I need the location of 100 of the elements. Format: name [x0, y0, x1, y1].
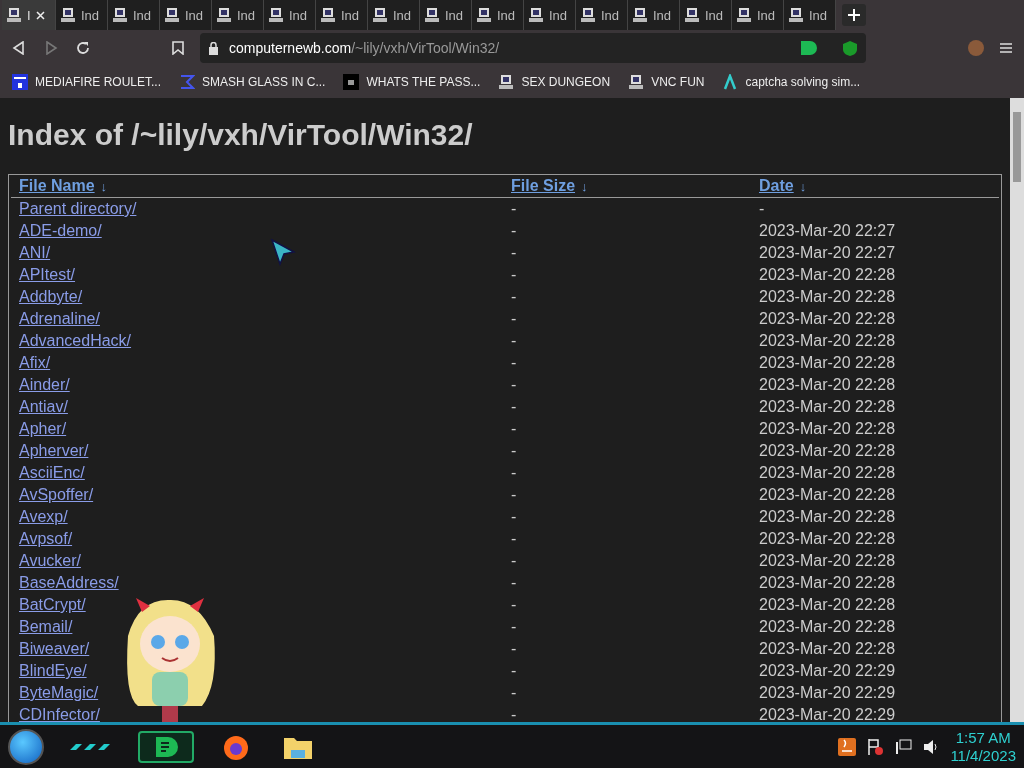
reload-button[interactable]	[74, 39, 92, 57]
directory-link[interactable]: Antiav/	[11, 398, 68, 416]
computer-icon	[424, 7, 440, 23]
file-date: 2023-Mar-20 22:28	[758, 574, 896, 592]
file-date: 2023-Mar-20 22:28	[758, 640, 896, 658]
directory-link[interactable]: Apherver/	[11, 442, 89, 460]
bookmark-link[interactable]: SEX DUNGEON	[498, 74, 611, 90]
directory-link[interactable]: Avpsof/	[11, 530, 73, 548]
file-date: 2023-Mar-20 22:29	[758, 662, 896, 680]
file-size: -	[510, 222, 517, 240]
bookmark-link[interactable]: VNC FUN	[628, 74, 705, 90]
file-size: -	[510, 442, 517, 460]
directory-link[interactable]: AvSpoffer/	[11, 486, 94, 504]
file-size: -	[510, 552, 517, 570]
computer-icon	[632, 7, 648, 23]
bookmark-link[interactable]: MEDIAFIRE ROULET...	[12, 74, 162, 90]
taskbar-app[interactable]	[138, 730, 194, 763]
flag-error-icon[interactable]	[866, 737, 885, 756]
clock[interactable]: 1:57 AM 11/4/2023	[950, 728, 1016, 765]
browser-tab[interactable]: Ind	[212, 0, 264, 30]
browser-tab[interactable]: Ind	[160, 0, 212, 30]
new-tab-button[interactable]	[842, 4, 866, 26]
directory-link[interactable]: APItest/	[11, 266, 76, 284]
directory-link[interactable]: AsciiEnc/	[11, 464, 85, 482]
file-size: -	[510, 508, 517, 526]
computer-icon	[164, 7, 180, 23]
browser-tab[interactable]: Ind	[56, 0, 108, 30]
computer-icon	[60, 7, 76, 23]
file-date: 2023-Mar-20 22:29	[758, 706, 896, 722]
browser-tab[interactable]: Ind	[420, 0, 472, 30]
directory-link[interactable]: Apher/	[11, 420, 67, 438]
file-size: -	[510, 200, 517, 218]
directory-link[interactable]: Addbyte/	[11, 288, 83, 306]
browser-tab[interactable]: Ind	[316, 0, 368, 30]
shield-icon[interactable]	[842, 39, 858, 57]
file-size: -	[510, 486, 517, 504]
browser-tab[interactable]: Ind	[576, 0, 628, 30]
computer-icon	[736, 7, 752, 23]
page-title: Index of /~lily/vxh/VirTool/Win32/	[8, 118, 474, 152]
browser-tab[interactable]: Ind	[784, 0, 836, 30]
browser-tab[interactable]: Ind	[628, 0, 680, 30]
directory-link[interactable]: Biweaver/	[11, 640, 90, 658]
file-date: 2023-Mar-20 22:27	[758, 222, 896, 240]
file-date: 2023-Mar-20 22:28	[758, 266, 896, 284]
lambda-logo-icon	[722, 74, 739, 90]
directory-link[interactable]: CDInfector/	[11, 706, 100, 722]
column-sort-link[interactable]: Date	[751, 177, 794, 195]
directory-link[interactable]: Ainder/	[11, 376, 70, 394]
computer-icon	[476, 7, 492, 23]
url-text: computernewb.com/~lily/vxh/VirTool/Win32/	[229, 40, 501, 56]
browser-tab[interactable]: Ind	[264, 0, 316, 30]
bookmark-link[interactable]: SMASH GLASS IN C...	[179, 74, 326, 90]
chat-extension-icon[interactable]	[800, 40, 818, 56]
browser-tab[interactable]: Ind	[680, 0, 732, 30]
browser-tab[interactable]: Ind	[524, 0, 576, 30]
directory-link[interactable]: AdvancedHack/	[11, 332, 132, 350]
file-date: 2023-Mar-20 22:28	[758, 530, 896, 548]
directory-link[interactable]: Avexp/	[11, 508, 68, 526]
browser-tab[interactable]: I	[2, 0, 56, 30]
directory-link[interactable]: ByteMagic/	[11, 684, 99, 702]
directory-link[interactable]: Adrenaline/	[11, 310, 100, 328]
computer-icon	[112, 7, 128, 23]
directory-link[interactable]: Bemail/	[11, 618, 73, 636]
column-sort-link[interactable]: File Name	[11, 177, 95, 195]
file-date: 2023-Mar-20 22:28	[758, 486, 896, 504]
bookmark-link[interactable]: WHATS THE PASS...	[343, 74, 481, 90]
bookmark-link[interactable]: captcha solving sim...	[722, 74, 861, 90]
directory-link[interactable]: BaseAddress/	[11, 574, 119, 592]
menu-button[interactable]	[998, 40, 1014, 56]
file-size: -	[510, 244, 517, 262]
scrollbar[interactable]	[1010, 98, 1024, 722]
computer-icon	[6, 7, 22, 23]
file-date: 2023-Mar-20 22:28	[758, 376, 896, 394]
start-button[interactable]	[8, 728, 44, 765]
browser-tab[interactable]: Ind	[368, 0, 420, 30]
directory-link[interactable]: ANI/	[11, 244, 51, 262]
file-date: 2023-Mar-20 22:28	[758, 618, 896, 636]
file-size: -	[510, 618, 517, 636]
column-sort-link[interactable]: File Size	[503, 177, 576, 195]
computer-icon	[628, 74, 645, 90]
bookmark-button[interactable]	[170, 39, 186, 57]
directory-link[interactable]: ADE-demo/	[11, 222, 102, 240]
address-bar[interactable]: computernewb.com/~lily/vxh/VirTool/Win32/	[200, 33, 866, 63]
browser-tab[interactable]: Ind	[472, 0, 524, 30]
directory-link[interactable]: BlindEye/	[11, 662, 87, 680]
directory-link[interactable]: Avucker/	[11, 552, 81, 570]
directory-link[interactable]: Afix/	[11, 354, 51, 372]
browser-tab[interactable]: Ind	[108, 0, 160, 30]
close-icon[interactable]	[35, 10, 45, 20]
file-date: 2023-Mar-20 22:28	[758, 596, 896, 614]
directory-link[interactable]: Parent directory/	[11, 200, 137, 218]
directory-link[interactable]: BatCrypt/	[11, 596, 86, 614]
file-date: 2023-Mar-20 22:28	[758, 332, 896, 350]
file-date: -	[758, 200, 765, 218]
file-size: -	[510, 706, 517, 722]
file-size: -	[510, 354, 517, 372]
file-date: 2023-Mar-20 22:28	[758, 310, 896, 328]
network-icon[interactable]	[894, 737, 913, 756]
java-icon[interactable]	[838, 737, 857, 756]
browser-tab[interactable]: Ind	[732, 0, 784, 30]
